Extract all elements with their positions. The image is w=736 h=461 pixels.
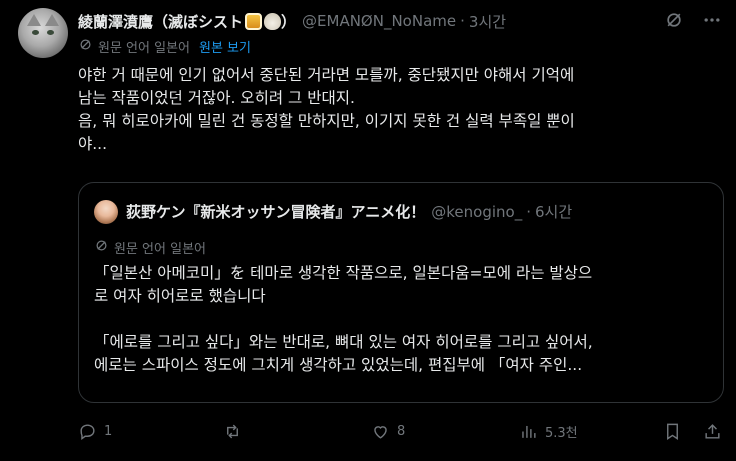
post-text-line: 남는 작품이었던 거잖아. 오히려 그 반대지. bbox=[78, 89, 355, 107]
reply-count: 1 bbox=[104, 423, 113, 439]
bookmark-button[interactable] bbox=[663, 418, 682, 444]
post-text-line: 야... bbox=[78, 135, 108, 153]
post-text-line: 야한 거 때문에 인기 없어서 중단된 거라면 모를까, 중단됐지만 야해서 기… bbox=[78, 66, 575, 84]
author-name-close: ） bbox=[281, 12, 297, 31]
quoted-author-avatar[interactable] bbox=[94, 200, 118, 224]
translate-icon bbox=[94, 238, 109, 257]
quoted-post[interactable]: 荻野ケン『新米オッサン冒険者』アニメ化！ @kenogino_ · 6시간 원문… bbox=[78, 182, 724, 403]
post-timestamp[interactable]: 3시간 bbox=[469, 11, 506, 32]
beer-emoji-icon bbox=[245, 12, 263, 30]
quoted-text-line: 로 여자 히어로로 했습니다 bbox=[94, 287, 266, 305]
avatar-cat-ear bbox=[27, 14, 41, 26]
reply-button[interactable]: 1 bbox=[78, 418, 112, 444]
bookmark-icon bbox=[667, 423, 678, 440]
author-display-name[interactable]: 綾蘭澤濆鷹（滅ぼシスト bbox=[78, 11, 243, 32]
share-button[interactable] bbox=[703, 418, 722, 444]
views-button[interactable]: 5.3천 bbox=[519, 418, 578, 444]
translate-label: 원문 언어 일본어 bbox=[114, 242, 206, 257]
analytics-icon bbox=[522, 425, 536, 438]
post-action-bar: 1 8 5.3천 bbox=[78, 418, 728, 444]
grok-icon[interactable] bbox=[664, 10, 684, 30]
post-text-line: 음, 뭐 히로아카에 밀린 건 동정할 만하지만, 이기지 못한 건 실력 부족… bbox=[78, 112, 575, 130]
post-header: 綾蘭澤濆鷹（滅ぼシスト ） @EMANØN_NoName · 3시간 bbox=[78, 9, 506, 33]
quoted-post-header: 荻野ケン『新米オッサン冒険者』アニメ化！ @kenogino_ · 6시간 bbox=[126, 201, 572, 222]
quoted-text-line: 에로는 스파이스 정도에 그치게 생각하고 있었는데, 편집부에 「여자 주인.… bbox=[94, 356, 583, 374]
translate-icon bbox=[78, 37, 93, 56]
quoted-author-handle[interactable]: @kenogino_ bbox=[431, 203, 522, 221]
separator-dot: · bbox=[526, 202, 531, 221]
share-icon bbox=[705, 423, 720, 439]
quoted-post-timestamp[interactable]: 6시간 bbox=[535, 201, 572, 222]
more-options-icon[interactable] bbox=[702, 10, 722, 30]
translate-label: 원문 언어 일본어 bbox=[98, 41, 190, 56]
like-count: 8 bbox=[397, 423, 406, 439]
translation-notice: 원문 언어 일본어 원본 보기 bbox=[78, 37, 251, 56]
like-button[interactable]: 8 bbox=[371, 418, 405, 444]
author-handle[interactable]: @EMANØN_NoName bbox=[302, 12, 456, 30]
quoted-author-display-name[interactable]: 荻野ケン『新米オッサン冒険者』アニメ化！ bbox=[126, 201, 425, 222]
avatar-cat-eye bbox=[47, 30, 54, 35]
post-text: 야한 거 때문에 인기 없어서 중단된 거라면 모를까, 중단됐지만 야해서 기… bbox=[78, 64, 718, 156]
quoted-text-line: 「일본산 아메코미」を 테마로 생각한 작품으로, 일본다움=모에 라는 발상으 bbox=[94, 264, 593, 282]
quoted-text-line: 「에로를 그리고 싶다」와는 반대로, 뼈대 있는 여자 히어로를 그리고 싶어… bbox=[94, 333, 593, 351]
retweet-icon bbox=[227, 424, 238, 438]
avatar-cat-ear bbox=[45, 14, 59, 26]
quoted-translation-notice: 원문 언어 일본어 bbox=[94, 238, 206, 257]
garlic-emoji-icon bbox=[264, 12, 282, 30]
avatar-cat-eye bbox=[32, 30, 39, 35]
show-original-link[interactable]: 원본 보기 bbox=[199, 37, 251, 56]
quoted-post-text: 「일본산 아메코미」を 테마로 생각한 작품으로, 일본다움=모에 라는 발상으… bbox=[94, 262, 714, 377]
post-top-actions bbox=[664, 10, 722, 30]
post-avatar[interactable] bbox=[18, 8, 68, 58]
view-count: 5.3천 bbox=[545, 425, 578, 441]
separator-dot: · bbox=[460, 12, 465, 30]
reply-icon bbox=[80, 423, 95, 440]
retweet-button[interactable] bbox=[223, 418, 249, 444]
heart-icon bbox=[374, 425, 387, 439]
